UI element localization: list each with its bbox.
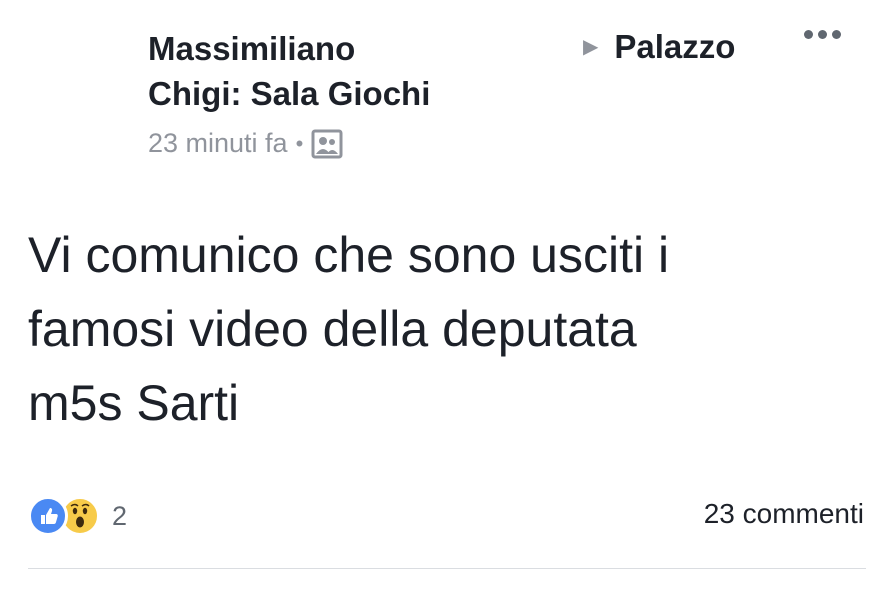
- author-block[interactable]: Massimiliano Chigi: Sala Giochi: [148, 26, 488, 116]
- comments-count-link[interactable]: 23 commenti: [704, 498, 864, 530]
- more-dot: [832, 30, 841, 39]
- divider: [28, 568, 866, 569]
- more-dot: [804, 30, 813, 39]
- post-header: Massimiliano Chigi: Sala Giochi ▶ Palazz…: [0, 0, 882, 180]
- post-text: Vi comunico che sono usciti i famosi vid…: [28, 227, 670, 431]
- reaction-count: 2: [112, 500, 128, 531]
- post-timestamp[interactable]: 23 minuti fa: [148, 128, 288, 159]
- share-target[interactable]: ▶ Palazzo: [583, 28, 735, 66]
- author-name-line2[interactable]: Chigi: Sala Giochi: [148, 71, 488, 116]
- post-meta: 23 minuti fa •: [148, 128, 343, 159]
- post-footer: 2 23 commenti: [0, 490, 882, 550]
- more-options-icon[interactable]: [804, 30, 841, 39]
- share-target-label[interactable]: Palazzo: [614, 28, 735, 66]
- author-name-line1[interactable]: Massimiliano: [148, 26, 488, 71]
- like-icon: [28, 496, 68, 536]
- more-dot: [818, 30, 827, 39]
- reactions-summary[interactable]: 2: [28, 496, 127, 536]
- arrow-right-icon: ▶: [583, 36, 599, 58]
- meta-separator: •: [295, 130, 304, 156]
- photo-group-icon[interactable]: [311, 129, 343, 159]
